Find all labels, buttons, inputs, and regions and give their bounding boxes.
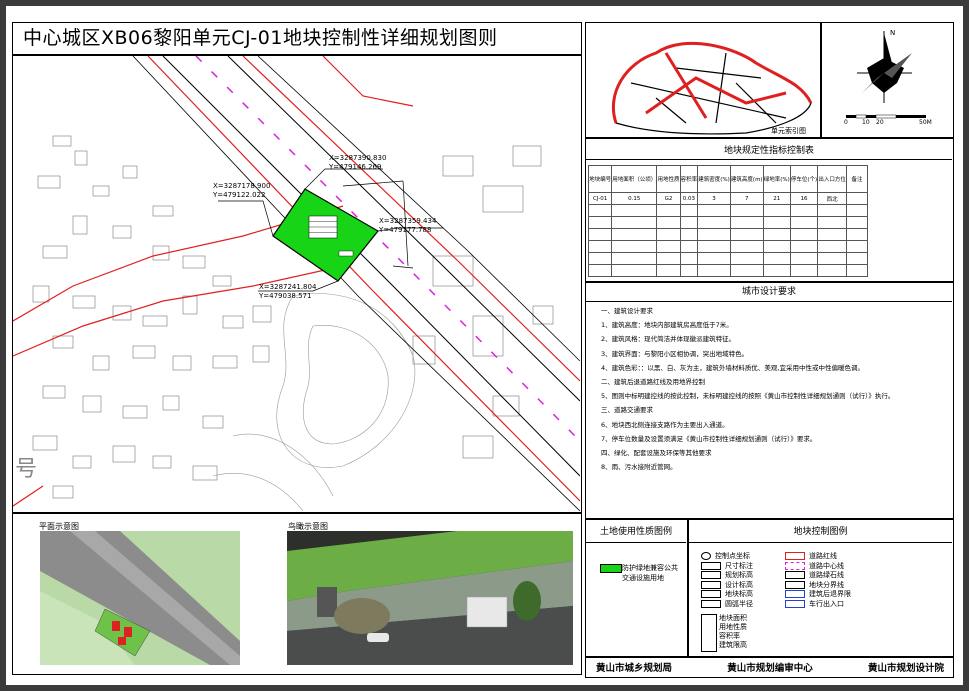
req-line: 二、建筑后退道路红线及用地界控制	[601, 378, 705, 387]
req-line: 1、建筑高度：地块内部建筑房高度低于7米。	[601, 321, 733, 330]
footer-org-1: 黄山市城乡规划局	[596, 663, 673, 674]
indicator-panel: 地块规定性指标控制表 地块编号 用地面积（公顷） 用地性质 容积率 建筑密度(%…	[585, 138, 954, 282]
data-cell: 0.03	[679, 192, 699, 205]
req-line: 3、建筑界面：与黎阳小区相协调，突出地域特色。	[601, 349, 749, 358]
control-legend-right: 道路红线 道路中心线 道路绿石线 地块分界线 建筑后退界限 车行出入口	[785, 552, 851, 610]
scale-label-50m: 50M	[919, 119, 932, 126]
req-line: 7、停车位数量及设置须满足《黄山市控制性详细规划通则（试行）》要求。	[601, 434, 817, 443]
header-cell: 地块编号	[587, 165, 613, 193]
scale-label-0: 0	[844, 119, 848, 126]
index-map-drawing	[611, 41, 813, 135]
coord-label-3: X=3287359.434 Y=479177.788	[379, 217, 437, 234]
empty-row	[587, 264, 868, 277]
req-line: 8、雨、污水接附近管网。	[601, 463, 677, 472]
data-cell: 7	[729, 192, 764, 205]
data-cell: 0.15	[611, 192, 658, 205]
index-map-caption: 单元索引图	[771, 127, 806, 135]
index-map-panel: 单元索引图	[585, 22, 821, 138]
coord-label-4: X=3287241.804 Y=479038.571	[259, 283, 317, 300]
header-cell: 出入口方位	[817, 165, 847, 193]
north-letter: N	[890, 29, 896, 37]
coord-label-1: X=3287390.830 Y=479146.269	[329, 154, 387, 171]
req-line: 4、建筑色彩：：以黑、白、灰为主，建筑外墙材料质优、美观,宜采用中性或中性偏暖色…	[601, 363, 864, 372]
header-cell: 容积率	[679, 165, 699, 193]
plan-view-image	[40, 531, 240, 665]
data-cell: 3	[697, 192, 731, 205]
scale-label-20: 20	[876, 119, 884, 126]
green-swatch	[600, 564, 622, 573]
data-cell	[846, 192, 868, 205]
control-legend-left: 控制点坐标 尺寸标注 规划标高 设计标高 地块标高 圆弧半径	[701, 552, 753, 610]
header-cell: 停车位(个)	[789, 165, 819, 193]
data-cell: G2	[656, 192, 681, 205]
north-arrow-panel: N 0 10 20 50M	[821, 22, 954, 138]
empty-row	[587, 204, 868, 217]
header-cell: 绿地率(%)	[762, 165, 791, 193]
footer: 黄山市城乡规划局 黄山市规划编审中心 黄山市规划设计院	[586, 657, 954, 677]
req-line: 三、道路交通要求	[601, 406, 653, 415]
aerial-view-image	[287, 531, 573, 665]
land-use-legend-title: 土地使用性质图例	[586, 523, 686, 543]
north-arrow-icon	[846, 31, 926, 119]
data-cell: 16	[789, 192, 819, 205]
empty-row	[587, 216, 868, 229]
indicator-table: 地块编号 用地面积（公顷） 用地性质 容积率 建筑密度(%) 建筑高度(m) 绿…	[587, 165, 868, 277]
footer-org-3: 黄山市规划设计院	[867, 663, 944, 674]
indicator-header-row: 地块编号 用地面积（公顷） 用地性质 容积率 建筑密度(%) 建筑高度(m) 绿…	[587, 165, 868, 193]
data-cell: CJ-01	[587, 192, 613, 205]
data-cell: 21	[762, 192, 791, 205]
design-title: 城市设计要求	[586, 284, 952, 302]
map-edge-char: 号	[15, 457, 38, 482]
site-map: X=3287390.830 Y=479146.269 X=3287178.900 Y…	[12, 55, 582, 513]
req-line: 四、绿化、配套设施及环保等其他要求	[601, 449, 712, 458]
indicator-title: 地块规定性指标控制表	[586, 143, 952, 160]
coord-label-2: X=3287178.900 Y=479122.022	[213, 182, 271, 199]
req-line: 一、建筑设计要求	[601, 307, 653, 315]
control-legend-title: 地块控制图例	[689, 523, 952, 543]
req-line: 6、地块西北侧连接支路作为主要出入通道。	[601, 420, 729, 429]
empty-row	[587, 252, 868, 265]
header-cell: 建筑密度(%)	[697, 165, 731, 193]
data-cell: 西北	[817, 192, 847, 205]
empty-row	[587, 240, 868, 253]
land-use-legend: 土地使用性质图例 防护绿地兼容公共交通设施用地	[585, 519, 688, 657]
footer-org-2: 黄山市规划编审中心	[727, 663, 813, 674]
req-line: 2、建筑风格：现代简洁并体现徽派建筑特征。	[601, 335, 736, 344]
scale-label-10: 10	[862, 119, 870, 126]
header-cell: 建筑高度(m)	[729, 165, 764, 193]
page-title: 中心城区XB06黎阳单元CJ-01地块控制性详细规划图则	[12, 22, 582, 55]
header-cell: 备注	[846, 165, 868, 193]
control-legend: 地块控制图例 控制点坐标 尺寸标注 规划标高 设计标高 地块标高 圆弧半径 道路…	[688, 519, 954, 657]
header-cell: 用地性质	[656, 165, 681, 193]
control-legend-box: 地块面积 用地性质 容积率 建筑限高	[701, 614, 747, 652]
land-use-label: 防护绿地兼容公共交通设施用地	[622, 564, 678, 582]
design-requirements: 一、建筑设计要求 1、建筑高度：地块内部建筑房高度低于7米。 2、建筑风格：现代…	[601, 304, 951, 474]
req-line: 5、图则中标明建控线的按此控制，未标明建控线的按照《黄山市控制性详细规划通则（试…	[601, 392, 895, 401]
empty-row	[587, 228, 868, 241]
header-cell: 用地面积（公顷）	[611, 165, 658, 193]
indicator-data-row: CJ-01 0.15 G2 0.03 3 7 21 16 西北	[587, 192, 868, 205]
